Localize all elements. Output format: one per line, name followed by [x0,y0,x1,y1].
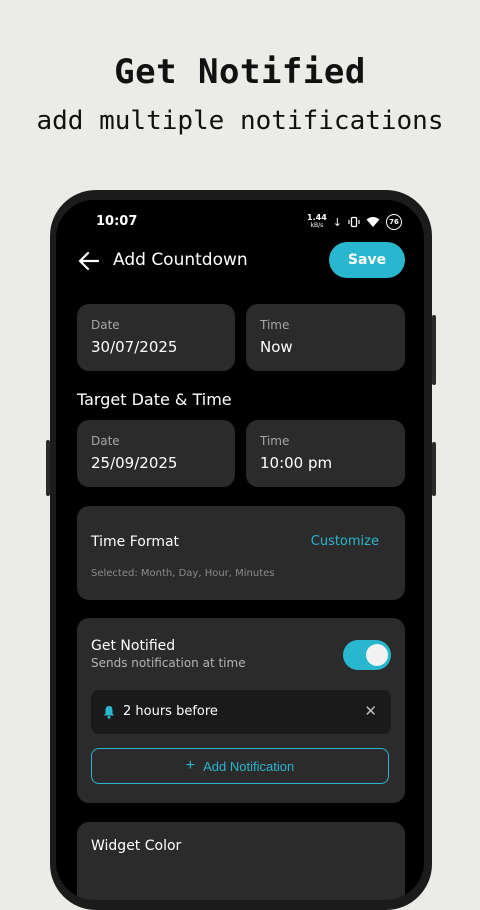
notification-label: 2 hours before [123,704,218,719]
add-notification-label: Add Notification [203,758,295,774]
widget-color-card[interactable]: Widget Color [77,822,405,900]
app-screen: 10:07 1.44 kB/s ↓ 76 Add Countdown Save … [56,200,424,900]
get-notified-title: Get Notified [91,638,176,654]
toggle-knob [366,644,388,666]
status-bar: 10:07 1.44 kB/s ↓ 76 [56,212,424,232]
download-arrow-icon: ↓ [332,215,342,229]
time-format-selected: Selected: Month, Day, Hour, Minutes [91,568,275,579]
notification-item[interactable]: 2 hours before ✕ [91,690,391,734]
bell-icon [104,706,114,719]
promo-title: Get Notified [114,52,366,92]
customize-link[interactable]: Customize [311,534,379,549]
phone-side-button [432,315,436,385]
target-time-value: 10:00 pm [260,454,333,472]
start-time-field[interactable]: Time Now [246,304,405,371]
target-date-value: 25/09/2025 [91,454,178,472]
target-time-field[interactable]: Time 10:00 pm [246,420,405,487]
time-format-card: Time Format Customize Selected: Month, D… [77,506,405,600]
add-notification-button[interactable]: + Add Notification [91,748,389,784]
start-time-value: Now [260,338,293,356]
get-notified-card: Get Notified Sends notification at time … [77,618,405,803]
phone-side-button [432,442,436,496]
status-icons: 1.44 kB/s ↓ 76 [307,214,402,230]
time-format-title: Time Format [91,534,180,550]
save-button[interactable]: Save [329,242,405,278]
battery-icon: 76 [386,214,402,230]
screen-title: Add Countdown [113,250,248,270]
start-time-label: Time [260,318,290,332]
start-date-value: 30/07/2025 [91,338,178,356]
start-date-label: Date [91,318,120,332]
status-time: 10:07 [96,214,138,229]
notify-toggle[interactable] [343,640,391,670]
app-bar: Add Countdown Save [56,242,424,280]
vibrate-icon [348,216,360,228]
target-date-field[interactable]: Date 25/09/2025 [77,420,235,487]
target-date-label: Date [91,434,120,448]
promo-subtitle: add multiple notifications [36,106,444,136]
start-date-field[interactable]: Date 30/07/2025 [77,304,235,371]
remove-notification-close-icon[interactable]: ✕ [364,702,377,720]
phone-side-button [46,440,50,496]
wifi-icon [366,217,380,227]
plus-icon: + [185,757,196,774]
get-notified-subtitle: Sends notification at time [91,656,246,670]
network-speed: 1.44 kB/s [307,213,327,230]
widget-color-title: Widget Color [91,838,182,854]
back-arrow-icon[interactable] [78,250,100,272]
target-time-label: Time [260,434,290,448]
target-section-title: Target Date & Time [77,390,232,409]
